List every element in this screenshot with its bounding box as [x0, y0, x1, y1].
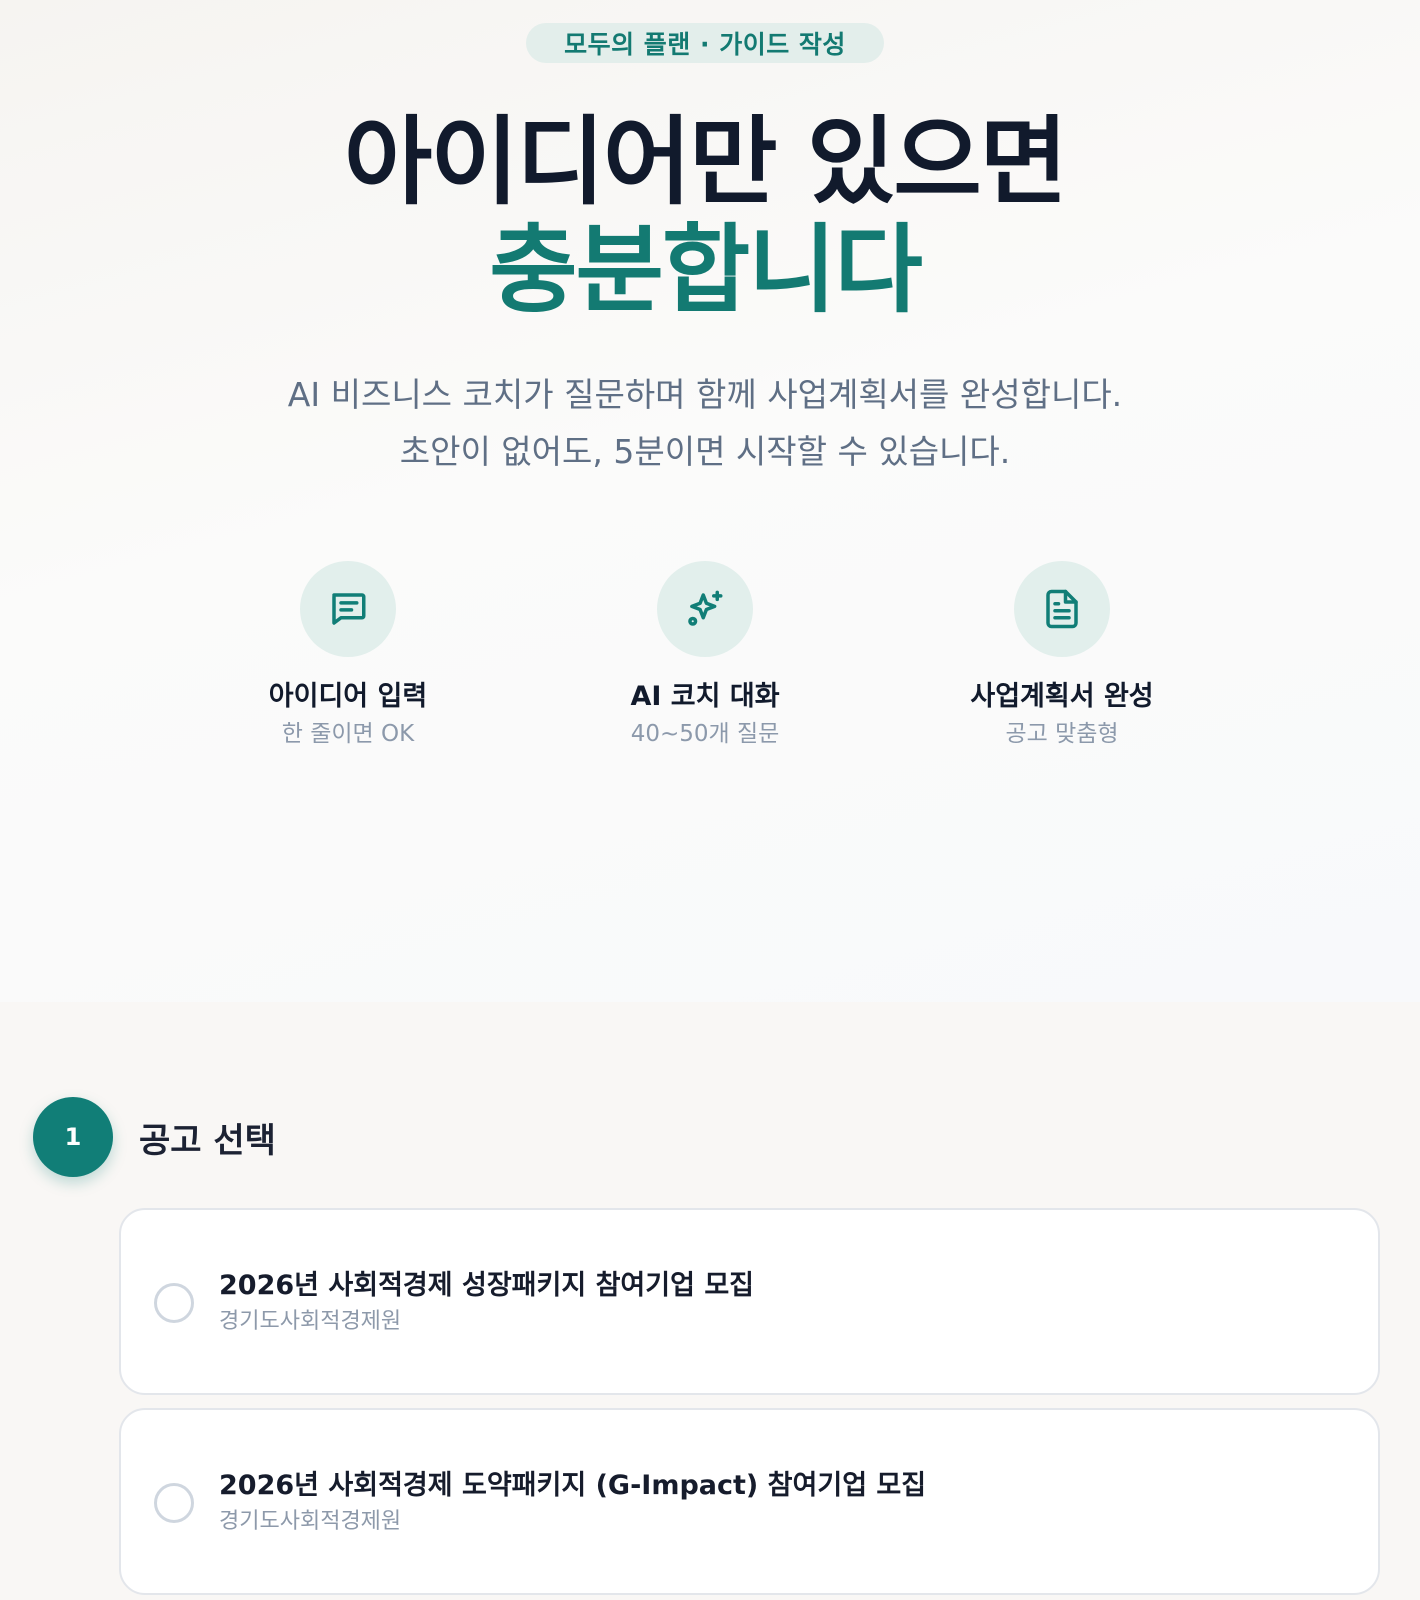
document-text-icon	[1046, 589, 1078, 629]
headline-line-2: 충분합니다	[489, 214, 923, 326]
hero-subtitle: AI 비즈니스 코치가 질문하며 함께 사업계획서를 완성합니다. 초안이 없어…	[0, 366, 1410, 480]
step-number-badge: 1	[33, 1097, 113, 1177]
hero-headline: 아이디어만 있으면 충분합니다	[0, 108, 1410, 324]
feature-plan-complete: 사업계획서 완성 공고 맞춤형	[922, 561, 1202, 749]
feature-desc: 공고 맞춤형	[1005, 721, 1119, 747]
radio-button[interactable]	[154, 1483, 194, 1523]
subtitle-line-1: AI 비즈니스 코치가 질문하며 함께 사업계획서를 완성합니다.	[287, 375, 1123, 414]
sparkles-icon	[688, 590, 723, 626]
feature-title: 사업계획서 완성	[970, 681, 1154, 712]
feature-idea-input: 아이디어 입력 한 줄이면 OK	[208, 561, 488, 749]
step-header: 1 공고 선택	[33, 1097, 276, 1177]
radio-button[interactable]	[154, 1283, 194, 1323]
feature-title: AI 코치 대화	[630, 681, 780, 712]
subtitle-line-2: 초안이 없어도, 5분이면 시작할 수 있습니다.	[399, 432, 1011, 471]
feature-desc: 40~50개 질문	[630, 721, 780, 747]
announcement-title: 2026년 사회적경제 도약패키지 (G-Impact) 참여기업 모집	[219, 1470, 927, 1501]
announcement-organization: 경기도사회적경제원	[219, 1309, 402, 1334]
announcement-organization: 경기도사회적경제원	[219, 1509, 402, 1534]
announcement-option[interactable]: 2026년 사회적경제 성장패키지 참여기업 모집 경기도사회적경제원	[119, 1208, 1380, 1395]
feature-title: 아이디어 입력	[268, 681, 428, 712]
feature-desc: 한 줄이면 OK	[281, 721, 415, 747]
announcement-title: 2026년 사회적경제 성장패키지 참여기업 모집	[219, 1270, 755, 1301]
feature-icon-circle	[1014, 561, 1110, 657]
feature-icon-circle	[300, 561, 396, 657]
message-square-text-icon	[332, 593, 366, 625]
hero-section: 모두의 플랜 · 가이드 작성 아이디어만 있으면 충분합니다 AI 비즈니스 …	[0, 0, 1420, 1002]
announcement-option[interactable]: 2026년 사회적경제 도약패키지 (G-Impact) 참여기업 모집 경기도…	[119, 1408, 1380, 1595]
step-title: 공고 선택	[139, 1120, 276, 1161]
hero-badge: 모두의 플랜 · 가이드 작성	[526, 23, 884, 63]
headline-line-1: 아이디어만 있으면	[344, 106, 1068, 218]
feature-icon-circle	[657, 561, 753, 657]
feature-ai-coach: AI 코치 대화 40~50개 질문	[565, 561, 845, 749]
